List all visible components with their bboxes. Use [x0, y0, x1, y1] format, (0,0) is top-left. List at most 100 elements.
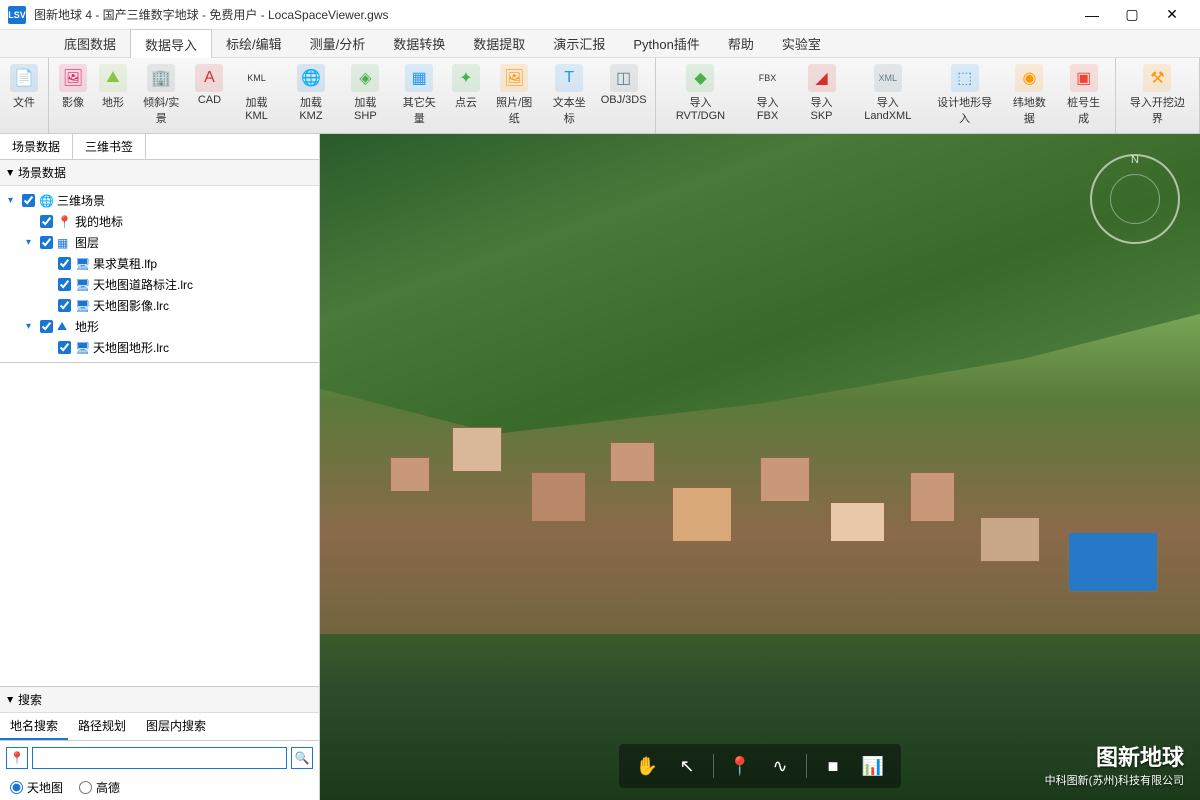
radio-label: 天地图: [27, 779, 63, 796]
search-tab-1[interactable]: 路径规划: [68, 713, 136, 740]
ribbon-icon: ◈: [351, 64, 379, 92]
menu-item-9[interactable]: 实验室: [768, 29, 835, 58]
radio-input[interactable]: [10, 781, 23, 794]
ribbon-btn-1-5[interactable]: 🌐加载KMZ: [284, 60, 339, 126]
search-input[interactable]: [32, 747, 287, 769]
ribbon-btn-2-3[interactable]: XML导入LandXML: [849, 60, 927, 126]
menu-item-5[interactable]: 数据提取: [459, 29, 539, 58]
tree-node-label: 天地图道路标注.lrc: [93, 276, 193, 293]
tree-item-2[interactable]: ▾▦图层: [4, 232, 315, 253]
ribbon-btn-3-0[interactable]: ⚒导入开挖边界: [1120, 60, 1195, 130]
ribbon-icon: ◆: [686, 64, 714, 92]
ribbon-group-3: ⚒导入开挖边界开挖: [1116, 58, 1200, 133]
ribbon-btn-1-1[interactable]: ⛰地形: [93, 60, 133, 114]
marker-tool[interactable]: 📍: [724, 750, 756, 782]
select-tool[interactable]: ↖: [671, 750, 703, 782]
search-provider-option-1[interactable]: 高德: [79, 779, 120, 796]
ribbon-group-2: ◆导入RVT/DGNFBX导入FBX◢导入SKPXML导入LandXML⬚设计地…: [656, 58, 1116, 133]
ribbon-btn-1-8[interactable]: ✦点云: [446, 60, 486, 114]
search-tab-2[interactable]: 图层内搜索: [136, 713, 216, 740]
tree-checkbox[interactable]: [22, 194, 35, 207]
ribbon-btn-1-4[interactable]: KML加载KML: [229, 60, 283, 126]
search-provider-radios: 天地图高德: [0, 775, 319, 800]
side-tab-0[interactable]: 场景数据: [0, 134, 73, 159]
ribbon-icon: ✦: [452, 64, 480, 92]
menu-item-4[interactable]: 数据转换: [379, 29, 459, 58]
ribbon-btn-1-6[interactable]: ◈加载SHP: [338, 60, 392, 126]
minimize-button[interactable]: —: [1072, 0, 1112, 30]
close-button[interactable]: ✕: [1152, 0, 1192, 30]
app-icon: LSV: [8, 6, 26, 24]
menu-item-8[interactable]: 帮助: [714, 29, 768, 58]
ribbon-btn-label: 其它矢量: [398, 94, 440, 126]
ribbon-btn-2-5[interactable]: ◉纬地数据: [1002, 60, 1056, 130]
menu-item-0[interactable]: 底图数据: [50, 29, 130, 58]
tree-checkbox[interactable]: [58, 257, 71, 270]
radio-input[interactable]: [79, 781, 92, 794]
menu-item-6[interactable]: 演示汇报: [539, 29, 619, 58]
ribbon-btn-2-4[interactable]: ⬚设计地形导入: [927, 60, 1002, 130]
compass-widget[interactable]: [1090, 154, 1180, 244]
ribbon-btn-1-0[interactable]: 🖼影像: [53, 60, 93, 114]
menu-item-7[interactable]: Python插件: [619, 29, 713, 58]
menu-item-1[interactable]: 数据导入: [130, 29, 212, 59]
ribbon-icon: A: [195, 64, 223, 92]
ribbon-icon: ⚒: [1143, 64, 1171, 92]
tree-item-1[interactable]: 📍我的地标: [4, 211, 315, 232]
menu-item-3[interactable]: 测量/分析: [296, 29, 380, 58]
chevron-down-icon[interactable]: ▾: [26, 321, 36, 332]
ribbon-btn-1-11[interactable]: ◫OBJ/3DS: [596, 60, 651, 110]
ribbon-btn-2-2[interactable]: ◢导入SKP: [794, 60, 848, 126]
measure-tool[interactable]: 📊: [857, 750, 889, 782]
ribbon-btn-1-10[interactable]: T文本坐标: [542, 60, 596, 130]
ribbon-btn-1-9[interactable]: 🖼照片/图纸: [486, 60, 542, 130]
ribbon-btn-2-0[interactable]: ◆导入RVT/DGN: [660, 60, 740, 126]
tree-checkbox[interactable]: [58, 341, 71, 354]
maximize-button[interactable]: ▢: [1112, 0, 1152, 30]
search-panel-header[interactable]: 搜索: [0, 687, 319, 713]
tree-item-0[interactable]: ▾🌐三维场景: [4, 190, 315, 211]
ribbon-icon: ◉: [1015, 64, 1043, 92]
chevron-down-icon[interactable]: ▾: [26, 237, 36, 248]
side-tab-1[interactable]: 三维书签: [73, 134, 146, 159]
path-tool[interactable]: ∿: [764, 750, 796, 782]
tree-node-label: 天地图影像.lrc: [93, 297, 169, 314]
search-provider-option-0[interactable]: 天地图: [10, 779, 63, 796]
tree-node-label: 地形: [75, 318, 99, 335]
tree-item-6[interactable]: ▾⛰地形: [4, 316, 315, 337]
rect-tool[interactable]: ■: [817, 750, 849, 782]
ribbon-btn-0-0[interactable]: 📄文件: [4, 60, 44, 114]
ribbon-btn-label: CAD: [198, 94, 221, 106]
tree-item-3[interactable]: 🖥果求莫租.lfp: [4, 253, 315, 274]
tree-node-icon: 🖥: [75, 299, 89, 313]
tree-item-5[interactable]: 🖥 天地图影像.lrc: [4, 295, 315, 316]
search-tab-0[interactable]: 地名搜索: [0, 713, 68, 740]
menubar: 底图数据数据导入标绘/编辑测量/分析数据转换数据提取演示汇报Python插件帮助…: [0, 30, 1200, 58]
map-viewport[interactable]: ✋↖📍∿■📊 图新地球 中科图新(苏州)科技有限公司: [320, 134, 1200, 800]
tree-checkbox[interactable]: [40, 236, 53, 249]
ribbon-icon: 🖼: [59, 64, 87, 92]
tree-node-label: 我的地标: [75, 213, 123, 230]
scene-panel-header[interactable]: 场景数据: [0, 160, 319, 186]
tree-checkbox[interactable]: [40, 320, 53, 333]
tree-item-7[interactable]: 🖥天地图地形.lrc: [4, 337, 315, 358]
tree-checkbox[interactable]: [58, 278, 71, 291]
chevron-down-icon[interactable]: ▾: [8, 195, 18, 206]
viewport-toolbar: ✋↖ 📍∿ ■📊: [619, 744, 901, 788]
ribbon-icon: ▦: [405, 64, 433, 92]
ribbon-btn-2-6[interactable]: ▣桩号生成: [1057, 60, 1111, 130]
ribbon-btn-2-1[interactable]: FBX导入FBX: [741, 60, 795, 126]
ribbon-btn-label: 导入SKP: [800, 94, 842, 122]
pan-tool[interactable]: ✋: [631, 750, 663, 782]
ribbon-btn-1-2[interactable]: 🏢倾斜/实景: [133, 60, 189, 130]
ribbon-icon: ◫: [610, 64, 638, 92]
ribbon-btn-label: 文本坐标: [548, 94, 590, 126]
ribbon-btn-1-7[interactable]: ▦其它矢量: [392, 60, 446, 130]
ribbon-btn-1-3[interactable]: A CAD: [189, 60, 229, 110]
tree-checkbox[interactable]: [40, 215, 53, 228]
menu-item-2[interactable]: 标绘/编辑: [212, 29, 296, 58]
ribbon-icon: 🏢: [147, 64, 175, 92]
search-icon[interactable]: 🔍: [291, 747, 313, 769]
tree-checkbox[interactable]: [58, 299, 71, 312]
tree-item-4[interactable]: 🖥天地图道路标注.lrc: [4, 274, 315, 295]
